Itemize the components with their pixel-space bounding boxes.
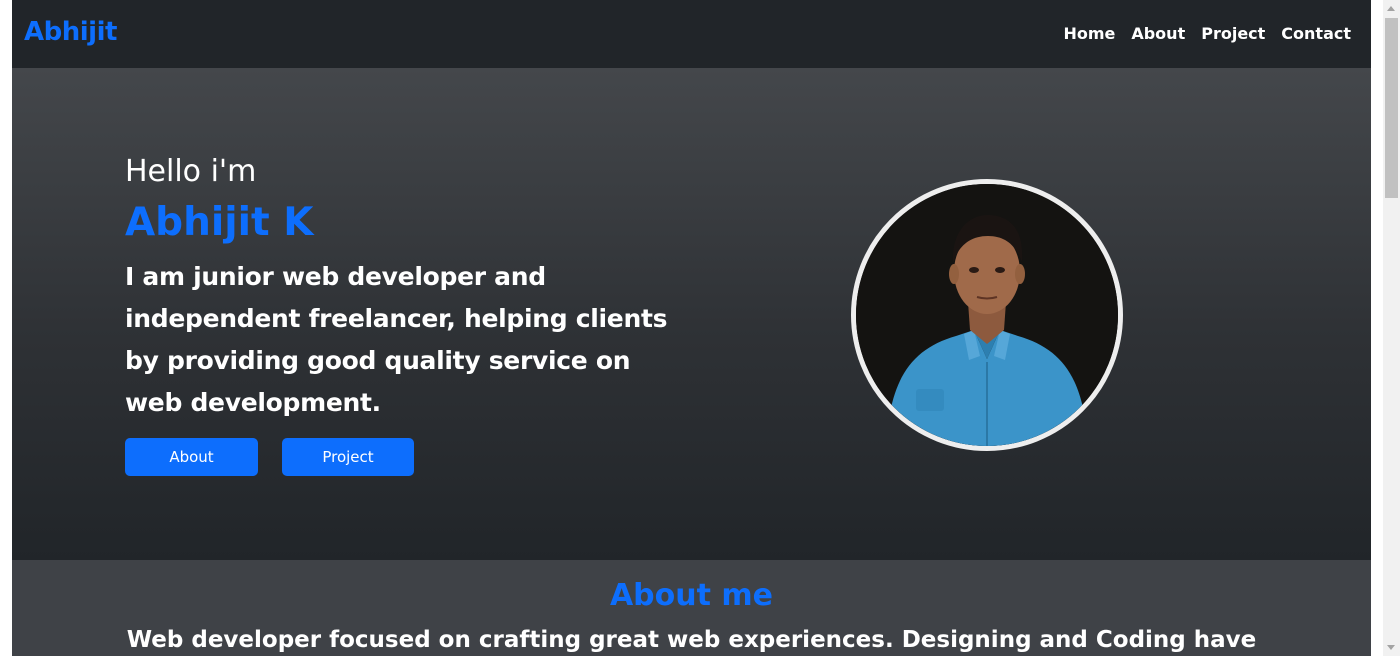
brand-logo[interactable]: Abhijit <box>24 17 117 47</box>
hero-name: Abhijit K <box>125 200 314 245</box>
hero-section: Hello i'm Abhijit K I am junior web deve… <box>12 68 1371 560</box>
nav-link-project[interactable]: Project <box>1201 24 1265 43</box>
hero-description: I am junior web developer and independen… <box>125 262 668 417</box>
about-text: Web developer focused on crafting great … <box>126 627 1257 653</box>
project-button[interactable]: Project <box>282 438 414 476</box>
about-button[interactable]: About <box>125 438 258 476</box>
nav-link-about[interactable]: About <box>1131 24 1185 43</box>
about-section: About me Web developer focused on crafti… <box>12 560 1371 656</box>
profile-photo-icon <box>856 184 1118 446</box>
scroll-thumb[interactable] <box>1385 18 1398 198</box>
about-title: About me <box>609 578 774 613</box>
page: Abhijit Home About Project Contact Hello… <box>12 0 1371 656</box>
nav-links: Home About Project Contact <box>1063 24 1351 43</box>
scroll-down-arrow-icon[interactable] <box>1387 645 1395 650</box>
scroll-up-arrow-icon[interactable] <box>1387 6 1395 11</box>
profile-avatar <box>851 179 1123 451</box>
nav-link-contact[interactable]: Contact <box>1281 24 1351 43</box>
nav-link-home[interactable]: Home <box>1063 24 1115 43</box>
page-scrollbar[interactable] <box>1383 0 1400 656</box>
navbar: Abhijit Home About Project Contact <box>12 0 1371 68</box>
hero-greeting: Hello i'm <box>125 154 257 189</box>
